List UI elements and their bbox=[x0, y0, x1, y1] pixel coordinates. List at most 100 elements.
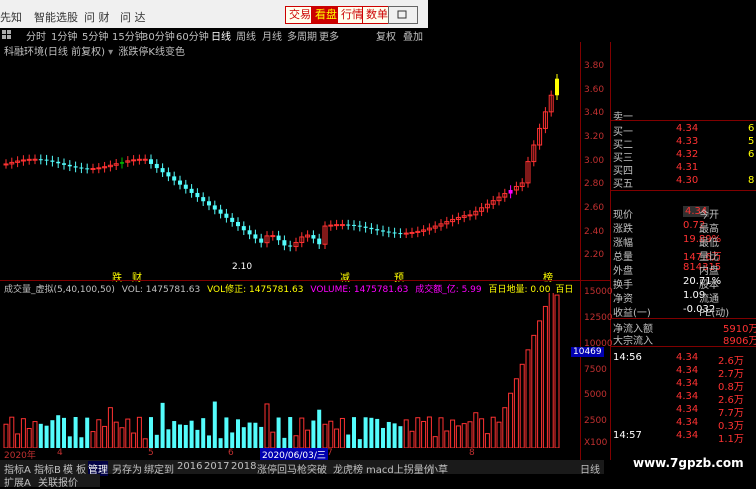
watermark: www.7gpzb.com bbox=[633, 456, 744, 470]
volume-bar bbox=[392, 423, 397, 448]
tab-limit-up-pullback[interactable]: 涨停回马枪 bbox=[257, 461, 307, 476]
candle-body bbox=[247, 230, 252, 235]
period-weekly[interactable]: 周线 bbox=[236, 28, 256, 43]
toolbar-item-xianzhi[interactable]: 先知 bbox=[0, 9, 22, 25]
candle-body bbox=[79, 167, 84, 169]
tab-save-as[interactable]: 另存为 bbox=[112, 461, 142, 476]
volume-bar bbox=[50, 420, 55, 448]
tab-bind-to[interactable]: 绑定到 bbox=[144, 461, 174, 476]
tick-price-4: 4.34 bbox=[676, 404, 699, 415]
period-monthly[interactable]: 月线 bbox=[262, 28, 282, 43]
tick-time-0: 14:56 bbox=[613, 352, 642, 363]
volume-bar bbox=[508, 392, 514, 448]
candle-body bbox=[334, 224, 340, 227]
tab-dragon-tiger[interactable]: 龙虎榜 bbox=[333, 461, 363, 476]
candle-body bbox=[166, 172, 171, 177]
volume-bar bbox=[409, 430, 415, 448]
toolbar-item-wenda[interactable]: 问 达 bbox=[120, 9, 146, 25]
window-restore-icon bbox=[397, 10, 407, 19]
tab-2016[interactable]: 2016 bbox=[177, 461, 202, 472]
stat-label-1: 涨跌 bbox=[613, 224, 633, 235]
tick-price-6: 4.34 bbox=[676, 430, 699, 441]
period-more[interactable]: 更多 bbox=[319, 28, 339, 43]
volume-bar bbox=[398, 426, 403, 448]
stat-label2-2: 最低 bbox=[699, 238, 719, 249]
period-multi[interactable]: 多周期 bbox=[287, 28, 317, 43]
candle-body bbox=[120, 162, 124, 164]
volume-bar bbox=[102, 425, 108, 448]
volume-bar bbox=[282, 437, 287, 448]
volume-bar bbox=[247, 422, 252, 448]
period-30min[interactable]: 30分钟 bbox=[142, 28, 175, 43]
volume-bar bbox=[317, 409, 322, 448]
window-button[interactable] bbox=[388, 6, 418, 24]
toolbar-item-wencai[interactable]: 问 财 bbox=[84, 9, 110, 25]
volume-bar bbox=[212, 401, 217, 448]
stat-label2-5: 股本 bbox=[699, 280, 719, 291]
volume-tick-0: 15000 bbox=[584, 287, 613, 297]
volume-bar bbox=[531, 334, 537, 448]
volume-bar bbox=[67, 436, 72, 448]
tab-macd-volume[interactable]: macd上拐量价 bbox=[366, 461, 434, 476]
price-tick-7: 2.40 bbox=[584, 226, 605, 237]
candle-body bbox=[201, 197, 206, 202]
volume-bar bbox=[15, 433, 21, 448]
period-minute-chart[interactable]: 分时 bbox=[26, 28, 46, 43]
volume-bar bbox=[473, 412, 479, 448]
candle-body bbox=[136, 158, 142, 161]
volume-bar bbox=[113, 421, 119, 448]
candle-body bbox=[96, 167, 102, 170]
buy-price-0: 4.34 bbox=[676, 123, 699, 134]
tab-xiaocao[interactable]: 小草 bbox=[428, 461, 448, 476]
volume-bar bbox=[9, 416, 15, 448]
buy-volume-2: 6 bbox=[748, 149, 755, 160]
volume-bar bbox=[311, 420, 316, 448]
pane-separator bbox=[0, 280, 611, 281]
buy-label-4: 买五 bbox=[613, 179, 633, 190]
candlestick-chart[interactable] bbox=[0, 55, 580, 280]
stat-label2-4: 内盘 bbox=[699, 266, 719, 277]
volume-bar bbox=[236, 419, 240, 448]
volume-bar bbox=[73, 417, 78, 448]
tab-2017[interactable]: 2017 bbox=[204, 461, 229, 472]
candle-body bbox=[346, 224, 351, 226]
volume-current-badge: 10469 bbox=[571, 347, 604, 357]
volume-bar bbox=[276, 417, 281, 448]
period-60min[interactable]: 60分钟 bbox=[176, 28, 209, 43]
tick-time-6: 14:57 bbox=[613, 430, 642, 441]
volume-bar bbox=[230, 432, 235, 448]
volume-bar bbox=[85, 417, 90, 448]
candle-body bbox=[259, 238, 264, 243]
overlay-button[interactable]: 叠加 bbox=[403, 28, 423, 43]
candle-body bbox=[357, 225, 362, 227]
candle-body bbox=[56, 161, 61, 164]
candle-body bbox=[375, 229, 380, 231]
tab-breakout[interactable]: 突破 bbox=[307, 461, 327, 476]
candle-body bbox=[224, 213, 229, 218]
volume-bar bbox=[548, 293, 554, 448]
adjust-button[interactable]: 复权 bbox=[376, 28, 396, 43]
tick-price-2: 4.34 bbox=[676, 378, 699, 389]
candle-body bbox=[363, 226, 368, 228]
period-daily[interactable]: 日线 bbox=[211, 28, 231, 43]
period-15min[interactable]: 15分钟 bbox=[112, 28, 145, 43]
toolbar-item-smart-select[interactable]: 智能选股 bbox=[34, 9, 78, 25]
volume-bar bbox=[334, 428, 340, 448]
quote-panel: 卖一 买一 4.34 6 买二 4.33 5 买三 4.32 6 买四 4.31 买五 4.30 8 现价… bbox=[611, 108, 756, 458]
candle-body bbox=[317, 238, 322, 245]
period-5min[interactable]: 5分钟 bbox=[82, 28, 108, 43]
volume-bar bbox=[44, 425, 49, 448]
volume-bar bbox=[259, 426, 264, 448]
volume-bar bbox=[357, 439, 362, 448]
candle-body bbox=[195, 192, 200, 198]
indicator-tab-bar: 指标A 指标B 模 板 管理 另存为 绑定到 2016 2017 2018 涨停… bbox=[0, 460, 604, 476]
volume-bar bbox=[426, 416, 432, 448]
tab-2018[interactable]: 2018 bbox=[231, 461, 256, 472]
stat-label-6: 净资 bbox=[613, 294, 633, 305]
volume-chart[interactable] bbox=[0, 293, 580, 448]
period-1min[interactable]: 1分钟 bbox=[51, 28, 77, 43]
volume-bar bbox=[195, 429, 200, 448]
bottom-period-label[interactable]: 日线 bbox=[580, 461, 600, 476]
volume-tick-6: X100 bbox=[584, 438, 608, 448]
grid-icon[interactable] bbox=[2, 30, 12, 40]
